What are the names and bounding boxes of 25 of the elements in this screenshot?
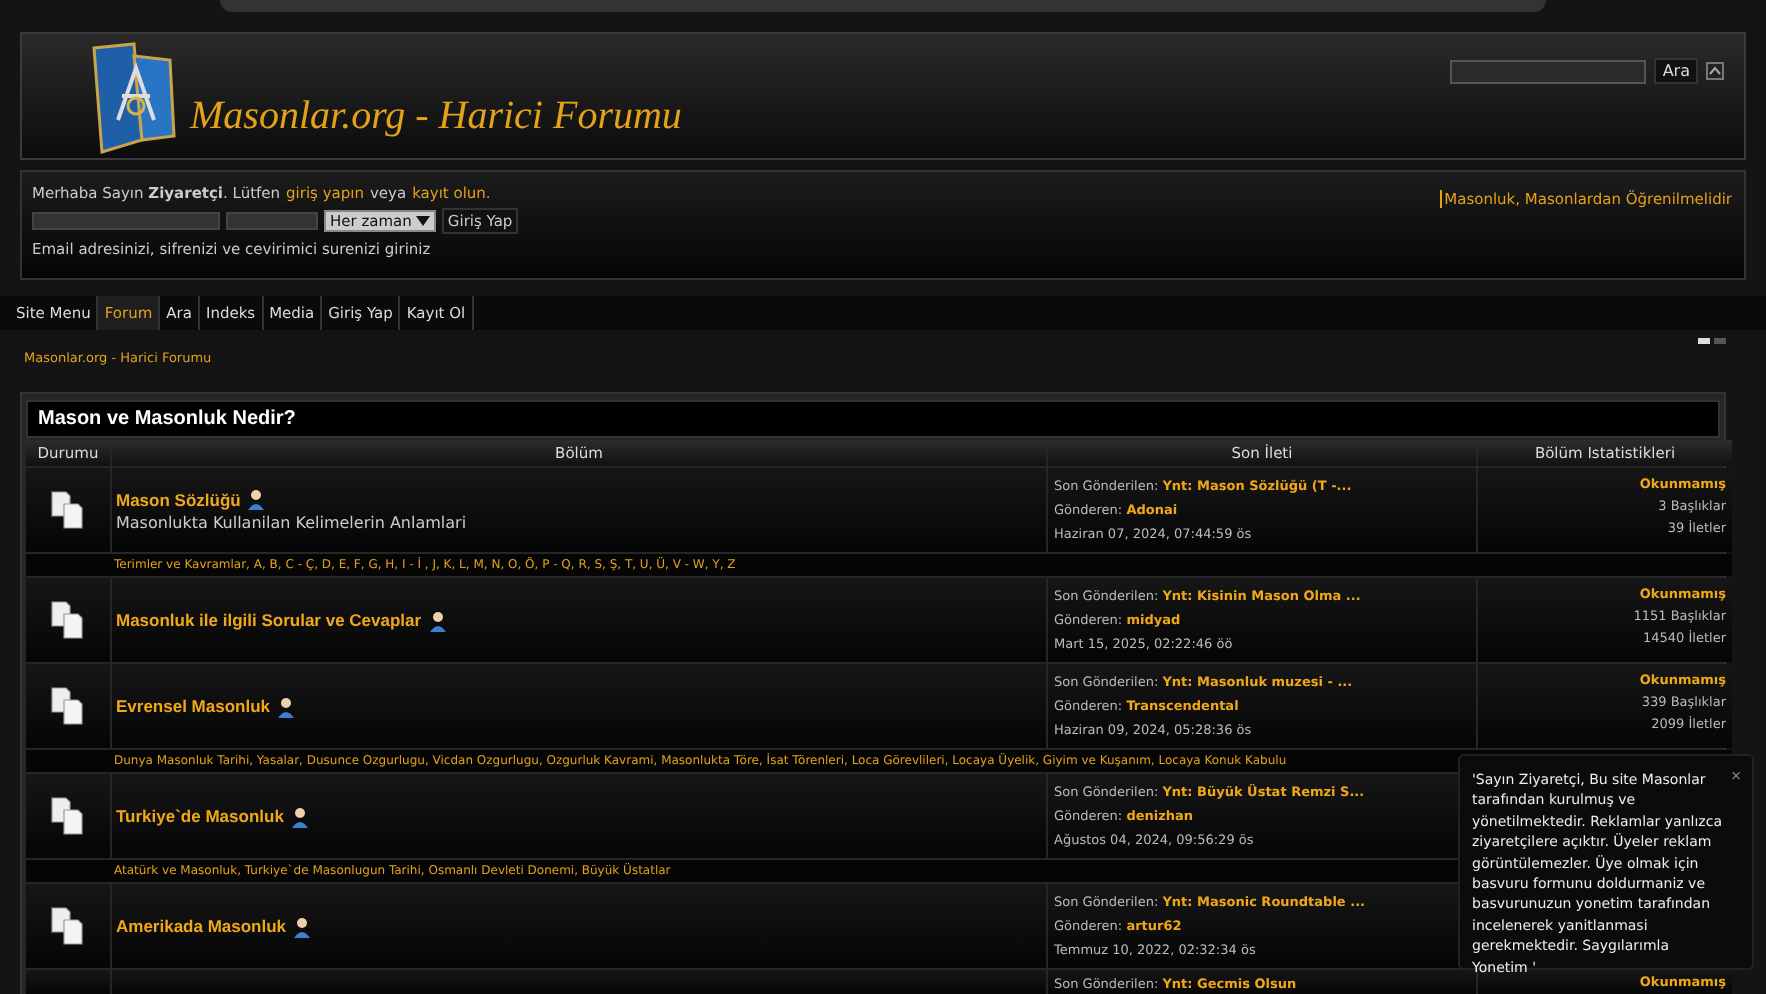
board-pages-icon [50, 906, 86, 946]
board-pages-icon [50, 686, 86, 726]
username-field[interactable] [32, 212, 220, 230]
dropdown-caret-icon [415, 216, 430, 226]
site-title[interactable]: Masonlar.org - Harici Forumu [190, 94, 682, 140]
password-field[interactable] [226, 212, 318, 230]
pager-dots-icon [1698, 338, 1726, 344]
board-pages-icon [50, 796, 86, 836]
moderator-person-icon [292, 915, 315, 937]
board-pages-icon [50, 600, 86, 640]
board-description: Masonlukta Kullanilan Kelimelerin Anlamlari [116, 514, 469, 532]
moderator-person-icon [427, 609, 450, 631]
board-link[interactable]: Amerikada Masonluk [116, 916, 287, 936]
board-link[interactable]: Evrensel Masonluk [116, 696, 271, 716]
board-link[interactable]: Mason Sözlüğü [116, 489, 241, 509]
board-link[interactable]: Masonluk ile ilgili Sorular ve Cevaplar [116, 610, 422, 630]
moderator-person-icon [246, 488, 269, 510]
search-button[interactable]: Ara [1654, 58, 1698, 84]
moderator-person-icon [289, 805, 312, 827]
board-pages-icon [50, 490, 86, 530]
moderator-person-icon [276, 695, 299, 717]
search-field[interactable] [1450, 59, 1647, 83]
board-link[interactable]: Turkiye`de Masonluk [116, 806, 284, 826]
category-title[interactable]: Mason ve Masonluk Nedir? [26, 400, 1720, 438]
collapse-icon[interactable] [1706, 62, 1724, 80]
